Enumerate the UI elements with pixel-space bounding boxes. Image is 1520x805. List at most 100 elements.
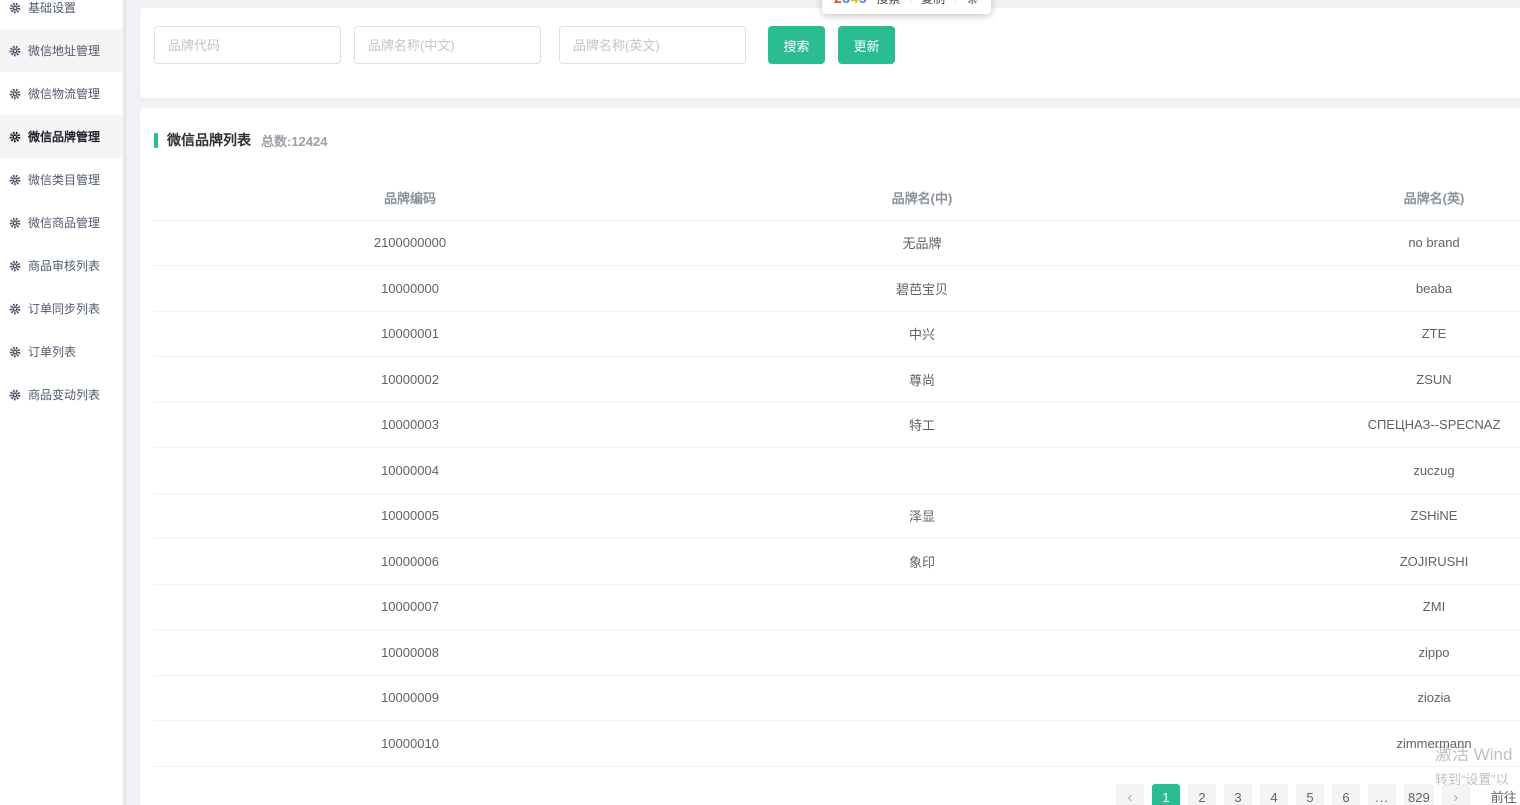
sidebar-item-label: 微信类目管理 — [28, 173, 101, 187]
table-row: 10000010 zimmermann — [154, 720, 1520, 767]
popup-2345-logo: 2345 — [834, 0, 867, 6]
table-row: 10000008 zippo — [154, 629, 1520, 676]
popup-search-button[interactable]: 搜索 — [876, 0, 900, 7]
table-cell: 10000006 — [154, 538, 666, 585]
admin-page: 基础设置微信地址管理 微信物流管理 微信品牌管理 微信类目管理 微信商品管理 商品审核列表… — [0, 0, 1520, 805]
table-cell: zippo — [1178, 629, 1520, 676]
sidebar-item-商品变动列表[interactable]: 商品变动列表 — [0, 373, 122, 416]
table-cell — [666, 447, 1178, 494]
table-cell: 10000007 — [154, 584, 666, 630]
sidebar-item-商品审核列表[interactable]: 商品审核列表 — [0, 244, 122, 287]
search-button[interactable]: 搜索 — [768, 26, 825, 64]
pagination-page-1[interactable]: 1 — [1152, 784, 1180, 805]
table-cell: no brand — [1178, 220, 1520, 266]
table-cell: 10000001 — [154, 311, 666, 357]
logo-char: 4 — [851, 0, 859, 6]
table-cell: ZSUN — [1178, 356, 1520, 403]
logo-char: 3 — [842, 0, 850, 6]
pagination-page-829[interactable]: 829 — [1404, 784, 1434, 805]
sidebar-item-订单同步列表[interactable]: 订单同步列表 — [0, 287, 122, 330]
pagination-ellipsis[interactable]: ... — [1368, 784, 1396, 805]
pagination-next-button[interactable]: › — [1441, 784, 1470, 805]
table-cell: 泽显 — [666, 493, 1178, 539]
gear-icon — [9, 389, 21, 401]
pagination-prev-button[interactable]: ‹ — [1116, 784, 1144, 805]
pagination-page-5[interactable]: 5 — [1296, 784, 1324, 805]
table-cell: 象印 — [666, 538, 1178, 585]
table-cell: ziozia — [1178, 675, 1520, 721]
gear-icon — [9, 217, 21, 229]
title-accent-bar — [154, 132, 158, 148]
pagination-page-4[interactable]: 4 — [1260, 784, 1288, 805]
table-cell: 10000004 — [154, 447, 666, 494]
sidebar-item-label: 微信品牌管理 — [28, 130, 101, 144]
table-cell: 2100000000 — [154, 220, 666, 266]
table-cell: zuczug — [1178, 447, 1520, 494]
sidebar-scrollbar[interactable] — [122, 0, 127, 805]
sidebar-item-微信地址管理[interactable]: 微信地址管理 — [0, 29, 122, 72]
table-cell — [666, 675, 1178, 721]
table-row: 10000002 尊尚 ZSUN — [154, 356, 1520, 403]
pagination-page-3[interactable]: 3 — [1224, 784, 1252, 805]
table-row: 10000004 zuczug — [154, 447, 1520, 494]
sidebar-item-label: 基础设置 — [28, 1, 77, 15]
popup-copy-button[interactable]: 复制 — [921, 0, 945, 7]
table-cell — [666, 584, 1178, 630]
table-cell: 10000000 — [154, 265, 666, 312]
pagination-goto-label: 前往 — [1490, 790, 1517, 805]
table-row: 10000003 特工 СПЕЦНАЗ--SPECNAZ — [154, 402, 1520, 448]
search-input-2[interactable] — [354, 26, 541, 64]
pagination-page-6[interactable]: 6 — [1332, 784, 1360, 805]
sidebar-item-label: 微信地址管理 — [28, 44, 101, 58]
table-cell: 10000003 — [154, 402, 666, 448]
gear-icon — [9, 174, 21, 186]
total-count: 总数:12424 — [261, 133, 328, 149]
table-cell: 10000008 — [154, 629, 666, 676]
sidebar-item-微信品牌管理[interactable]: 微信品牌管理 — [0, 115, 122, 158]
table-cell: СПЕЦНАЗ--SPECNAZ — [1178, 402, 1520, 448]
sidebar-item-订单列表[interactable]: 订单列表 — [0, 330, 122, 373]
popup-divider: | — [954, 0, 957, 4]
gear-icon — [9, 88, 21, 100]
table-cell: ZTE — [1178, 311, 1520, 357]
table-cell: 中兴 — [666, 311, 1178, 357]
sidebar-item-微信商品管理[interactable]: 微信商品管理 — [0, 201, 122, 244]
popup-divider: | — [909, 0, 912, 4]
sidebar: 基础设置微信地址管理 微信物流管理 微信品牌管理 微信类目管理 微信商品管理 商品审核列表… — [0, 0, 122, 805]
table-cell: zimmermann — [1178, 720, 1520, 767]
brand-table: 品牌编码 品牌名(中) 品牌名(英) 2100000000 无品牌 no brand 10… — [154, 175, 1520, 767]
column-header: 品牌名(英) — [1178, 175, 1520, 221]
card-title: 微信品牌列表 总数:12424 — [154, 132, 1520, 149]
search-input-1[interactable] — [154, 26, 341, 64]
column-header: 品牌名(中) — [666, 175, 1178, 221]
sidebar-item-label: 订单同步列表 — [28, 302, 101, 316]
table-cell: 10000005 — [154, 493, 666, 539]
table-cell: 无品牌 — [666, 220, 1178, 266]
popup-gear-icon[interactable] — [966, 0, 979, 5]
page-title: 微信品牌列表 — [167, 132, 251, 148]
table-cell: ZSHiNE — [1178, 493, 1520, 539]
sidebar-item-label: 微信物流管理 — [28, 87, 101, 101]
pagination-page-2[interactable]: 2 — [1188, 784, 1216, 805]
sidebar-item-基础设置[interactable]: 基础设置 — [0, 0, 122, 29]
logo-char: 2 — [834, 0, 842, 6]
sidebar-item-微信类目管理[interactable]: 微信类目管理 — [0, 158, 122, 201]
table-cell — [666, 720, 1178, 767]
sidebar-item-label: 商品审核列表 — [28, 259, 101, 273]
table-cell: 碧芭宝贝 — [666, 265, 1178, 312]
table-cell: beaba — [1178, 265, 1520, 312]
table-cell: 10000009 — [154, 675, 666, 721]
table-row: 2100000000 无品牌 no brand — [154, 220, 1520, 266]
table-row: 10000007 ZMI — [154, 584, 1520, 630]
sidebar-item-微信物流管理[interactable]: 微信物流管理 — [0, 72, 122, 115]
extension-popup: 2345 搜索 | 复制 | — [822, 0, 991, 14]
search-input-3[interactable] — [559, 26, 746, 64]
sidebar-item-label: 订单列表 — [28, 345, 77, 359]
pagination: ‹ 1 2 3 4 5 6... 829 › 前往 — [1112, 784, 1517, 805]
table-cell: ZOJIRUSHI — [1178, 538, 1520, 585]
gear-icon — [9, 303, 21, 315]
sidebar-item-label: 微信商品管理 — [28, 216, 101, 230]
update-button[interactable]: 更新 — [838, 26, 895, 64]
table-cell: 尊尚 — [666, 356, 1178, 403]
main-content: 搜索更新 微信品牌列表 总数:12424 品牌编码品牌名(中)品牌名(英) 21… — [127, 0, 1520, 805]
